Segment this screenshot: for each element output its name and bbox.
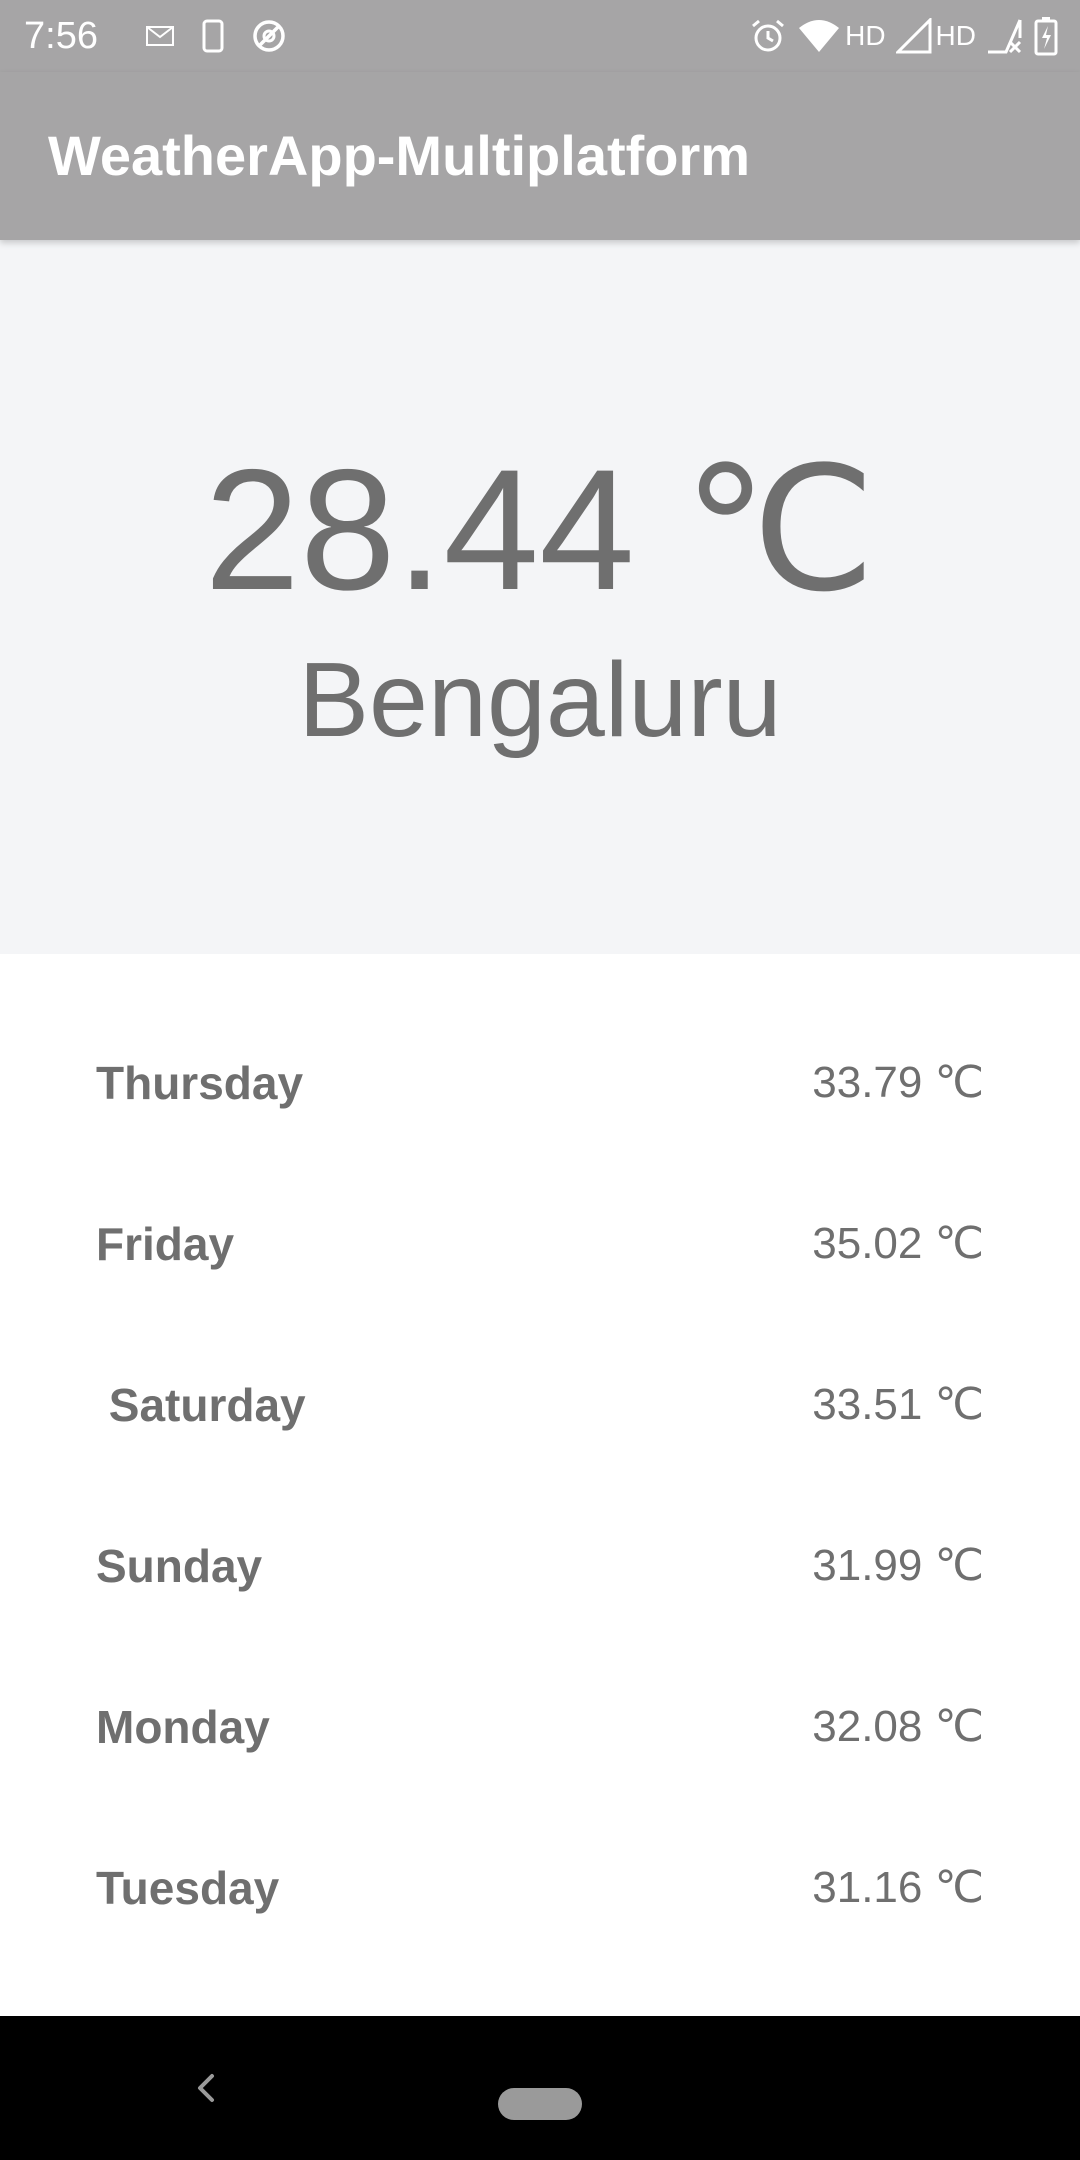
current-weather-panel: 28.44 ℃ Bengaluru bbox=[0, 240, 1080, 954]
forecast-temperature: 33.51 ℃ bbox=[812, 1380, 984, 1429]
wifi-icon bbox=[797, 18, 841, 54]
forecast-row[interactable]: Monday 32.08 ℃ bbox=[0, 1649, 1080, 1810]
current-temperature: 28.44 ℃ bbox=[204, 434, 876, 626]
forecast-row[interactable]: Friday 35.02 ℃ bbox=[0, 1166, 1080, 1327]
back-icon[interactable] bbox=[186, 2060, 226, 2116]
forecast-temperature: 35.02 ℃ bbox=[812, 1219, 984, 1268]
home-pill-icon[interactable] bbox=[498, 2088, 582, 2120]
app-title: WeatherApp-Multiplatform bbox=[48, 124, 751, 187]
current-city: Bengaluru bbox=[298, 641, 782, 759]
forecast-temperature: 31.16 ℃ bbox=[812, 1863, 984, 1912]
forecast-temperature: 32.08 ℃ bbox=[812, 1702, 984, 1751]
forecast-list: Thursday 33.79 ℃ Friday 35.02 ℃ Saturday… bbox=[0, 1005, 1080, 1971]
gmail-icon bbox=[145, 21, 175, 51]
forecast-row[interactable]: Tuesday 31.16 ℃ bbox=[0, 1810, 1080, 1971]
forecast-day: Tuesday bbox=[96, 1862, 280, 1914]
status-time: 7:56 bbox=[24, 15, 98, 57]
battery-charging-icon bbox=[1034, 16, 1058, 56]
forecast-day: Friday bbox=[96, 1218, 235, 1270]
phone-outline-icon bbox=[201, 19, 225, 53]
no-disturb-icon bbox=[251, 18, 287, 54]
navigation-bar bbox=[0, 2016, 1080, 2160]
alarm-icon bbox=[749, 17, 787, 55]
weather-app-screen: 7:56 HD HD WeatherApp-Multiplatform 28.4… bbox=[0, 0, 1080, 2160]
forecast-day: Monday bbox=[96, 1701, 270, 1753]
status-bar: 7:56 HD HD bbox=[0, 0, 1080, 72]
forecast-temperature: 31.99 ℃ bbox=[812, 1541, 984, 1590]
status-left-icons bbox=[145, 14, 287, 58]
app-bar: WeatherApp-Multiplatform bbox=[0, 72, 1080, 240]
hd-label-wifi: HD bbox=[845, 20, 886, 51]
forecast-row[interactable]: Thursday 33.79 ℃ bbox=[0, 1005, 1080, 1166]
status-right-icons: HD HD bbox=[749, 14, 1058, 58]
forecast-row[interactable]: Sunday 31.99 ℃ bbox=[0, 1488, 1080, 1649]
forecast-temperature: 33.79 ℃ bbox=[812, 1058, 984, 1107]
forecast-day: Thursday bbox=[96, 1057, 304, 1109]
forecast-day: Sunday bbox=[96, 1540, 263, 1592]
hd-label-signal: HD bbox=[935, 20, 976, 51]
signal-x-icon bbox=[986, 18, 1024, 54]
forecast-row[interactable]: Saturday 33.51 ℃ bbox=[0, 1327, 1080, 1488]
forecast-day: Saturday bbox=[96, 1379, 306, 1431]
signal-icon bbox=[895, 18, 932, 54]
